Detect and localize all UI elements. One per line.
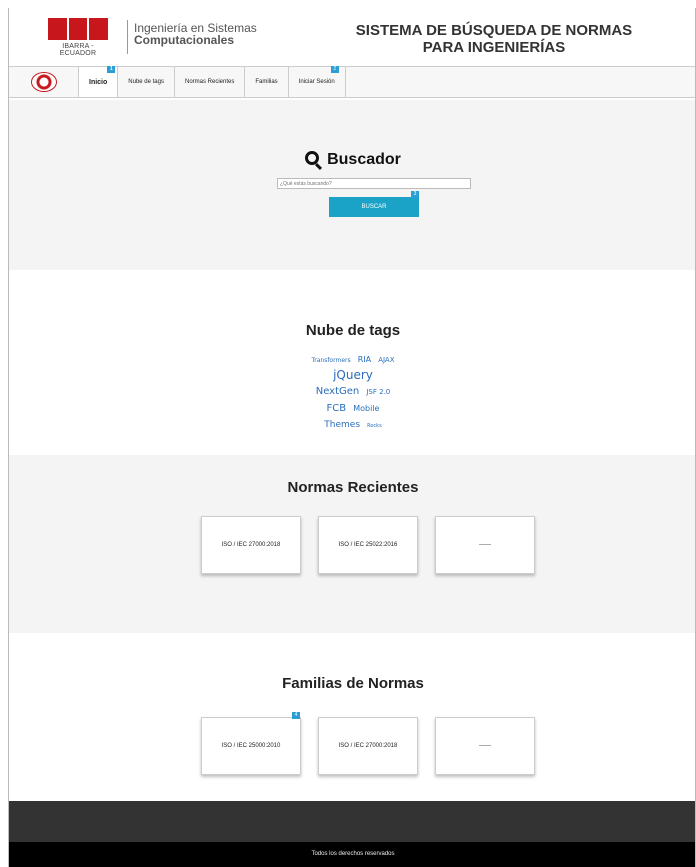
tag-jquery[interactable]: jQuery — [333, 369, 373, 382]
recent-norms-cards: ISO / IEC 27000:2018 ISO / IEC 25022:201… — [201, 516, 535, 574]
footer-top-band — [9, 801, 695, 842]
norm-family-card-badge: 4 — [292, 712, 300, 719]
norm-families-heading: Familias de Normas — [282, 675, 424, 692]
recent-norm-card[interactable]: ------ — [435, 516, 535, 574]
tag-cloud-section: Nube de tags Transformers RIA AJAX jQuer… — [9, 270, 695, 450]
recent-norm-card[interactable]: ISO / IEC 27000:2018 — [201, 516, 301, 574]
footer-copyright: Todos los derechos reservados — [9, 842, 695, 867]
norm-families-section: Familias de Normas ISO / IEC 25000:2010 … — [9, 633, 695, 801]
norm-family-card[interactable]: ISO / IEC 25000:2010 4 — [201, 712, 301, 775]
header-divider — [127, 20, 128, 54]
search-section: Buscador BUSCAR 3 — [9, 100, 695, 270]
search-button[interactable]: BUSCAR 3 — [329, 191, 419, 217]
site-header: IBARRA - ECUADOR Ingeniería en Sistemas … — [9, 8, 695, 62]
nav-badge-iniciar-sesion: 2 — [330, 66, 339, 73]
page-frame: IBARRA - ECUADOR Ingeniería en Sistemas … — [8, 8, 696, 867]
norm-family-card[interactable]: ------ — [435, 717, 535, 775]
recent-norms-section: Normas Recientes ISO / IEC 27000:2018 IS… — [9, 455, 695, 633]
nav-home-logo[interactable] — [9, 67, 79, 97]
tag-fcb[interactable]: FCB — [327, 402, 347, 415]
university-seal-icon — [30, 72, 57, 92]
tag-ajax[interactable]: AJAX — [378, 354, 394, 367]
search-heading-label: Buscador — [327, 151, 401, 168]
tag-nextgen[interactable]: NextGen — [316, 385, 360, 398]
search-input[interactable] — [277, 178, 471, 189]
utn-logo-mark — [48, 18, 109, 40]
nav-badge-inicio: 1 — [107, 66, 116, 73]
recent-norm-card[interactable]: ISO / IEC 25022:2016 — [318, 516, 418, 574]
tag-cloud: Transformers RIA AJAX jQuery NextGen JSF… — [253, 350, 453, 433]
nav-item-nube-de-tags[interactable]: Nube de tags — [118, 67, 175, 97]
recent-norms-heading: Normas Recientes — [287, 479, 419, 496]
tag-cloud-heading: Nube de tags — [305, 322, 401, 339]
nav-label-normas-recientes: Normas Recientes — [184, 79, 235, 85]
norm-family-card[interactable]: ISO / IEC 27000:2018 — [318, 717, 418, 775]
nav-item-iniciar-sesion[interactable]: 2 Iniciar Sesión — [289, 66, 346, 97]
site-title-line-1: SISTEMA DE BÚSQUEDA DE NORMAS — [355, 22, 633, 39]
nav-label-iniciar-sesion: Iniciar Sesión — [298, 79, 335, 85]
search-button-badge: 3 — [411, 191, 419, 198]
norm-families-cards: ISO / IEC 25000:2010 4 ISO / IEC 27000:2… — [201, 712, 535, 775]
nav-item-inicio[interactable]: 1 Inicio — [79, 66, 119, 97]
site-title-line-2: PARA INGENIERÍAS — [422, 39, 566, 56]
tag-jsf[interactable]: JSF 2.0 — [366, 386, 390, 399]
nav-item-normas-recientes[interactable]: Normas Recientes — [175, 67, 246, 97]
brand-line-2: Computacionales — [134, 33, 235, 47]
tag-transformers[interactable]: Transformers — [311, 354, 350, 367]
nav-item-familias[interactable]: Familias — [245, 67, 289, 97]
nav-label-inicio: Inicio — [89, 78, 108, 86]
norm-family-card-label: ISO / IEC 25000:2010 — [221, 743, 281, 749]
search-icon — [305, 151, 320, 165]
main-nav: 1 Inicio Nube de tags Normas Recientes F… — [9, 66, 695, 98]
search-button-label: BUSCAR — [361, 204, 387, 210]
site-title: SISTEMA DE BÚSQUEDA DE NORMAS PARA INGEN… — [309, 22, 679, 56]
nav-label-familias: Familias — [255, 79, 278, 85]
tag-themes[interactable]: Themes — [324, 419, 360, 432]
nav-label-nube-de-tags: Nube de tags — [128, 79, 164, 85]
tag-rocks[interactable]: Rocks — [367, 420, 382, 433]
tag-ria[interactable]: RIA — [358, 353, 371, 366]
logo-subtext: IBARRA - ECUADOR — [59, 43, 97, 57]
utn-logo[interactable]: IBARRA - ECUADOR — [48, 18, 109, 57]
faculty-brand: Ingeniería en Sistemas Computacionales — [134, 22, 257, 46]
search-heading: Buscador — [9, 151, 695, 169]
tag-mobile[interactable]: Mobile — [353, 402, 379, 415]
